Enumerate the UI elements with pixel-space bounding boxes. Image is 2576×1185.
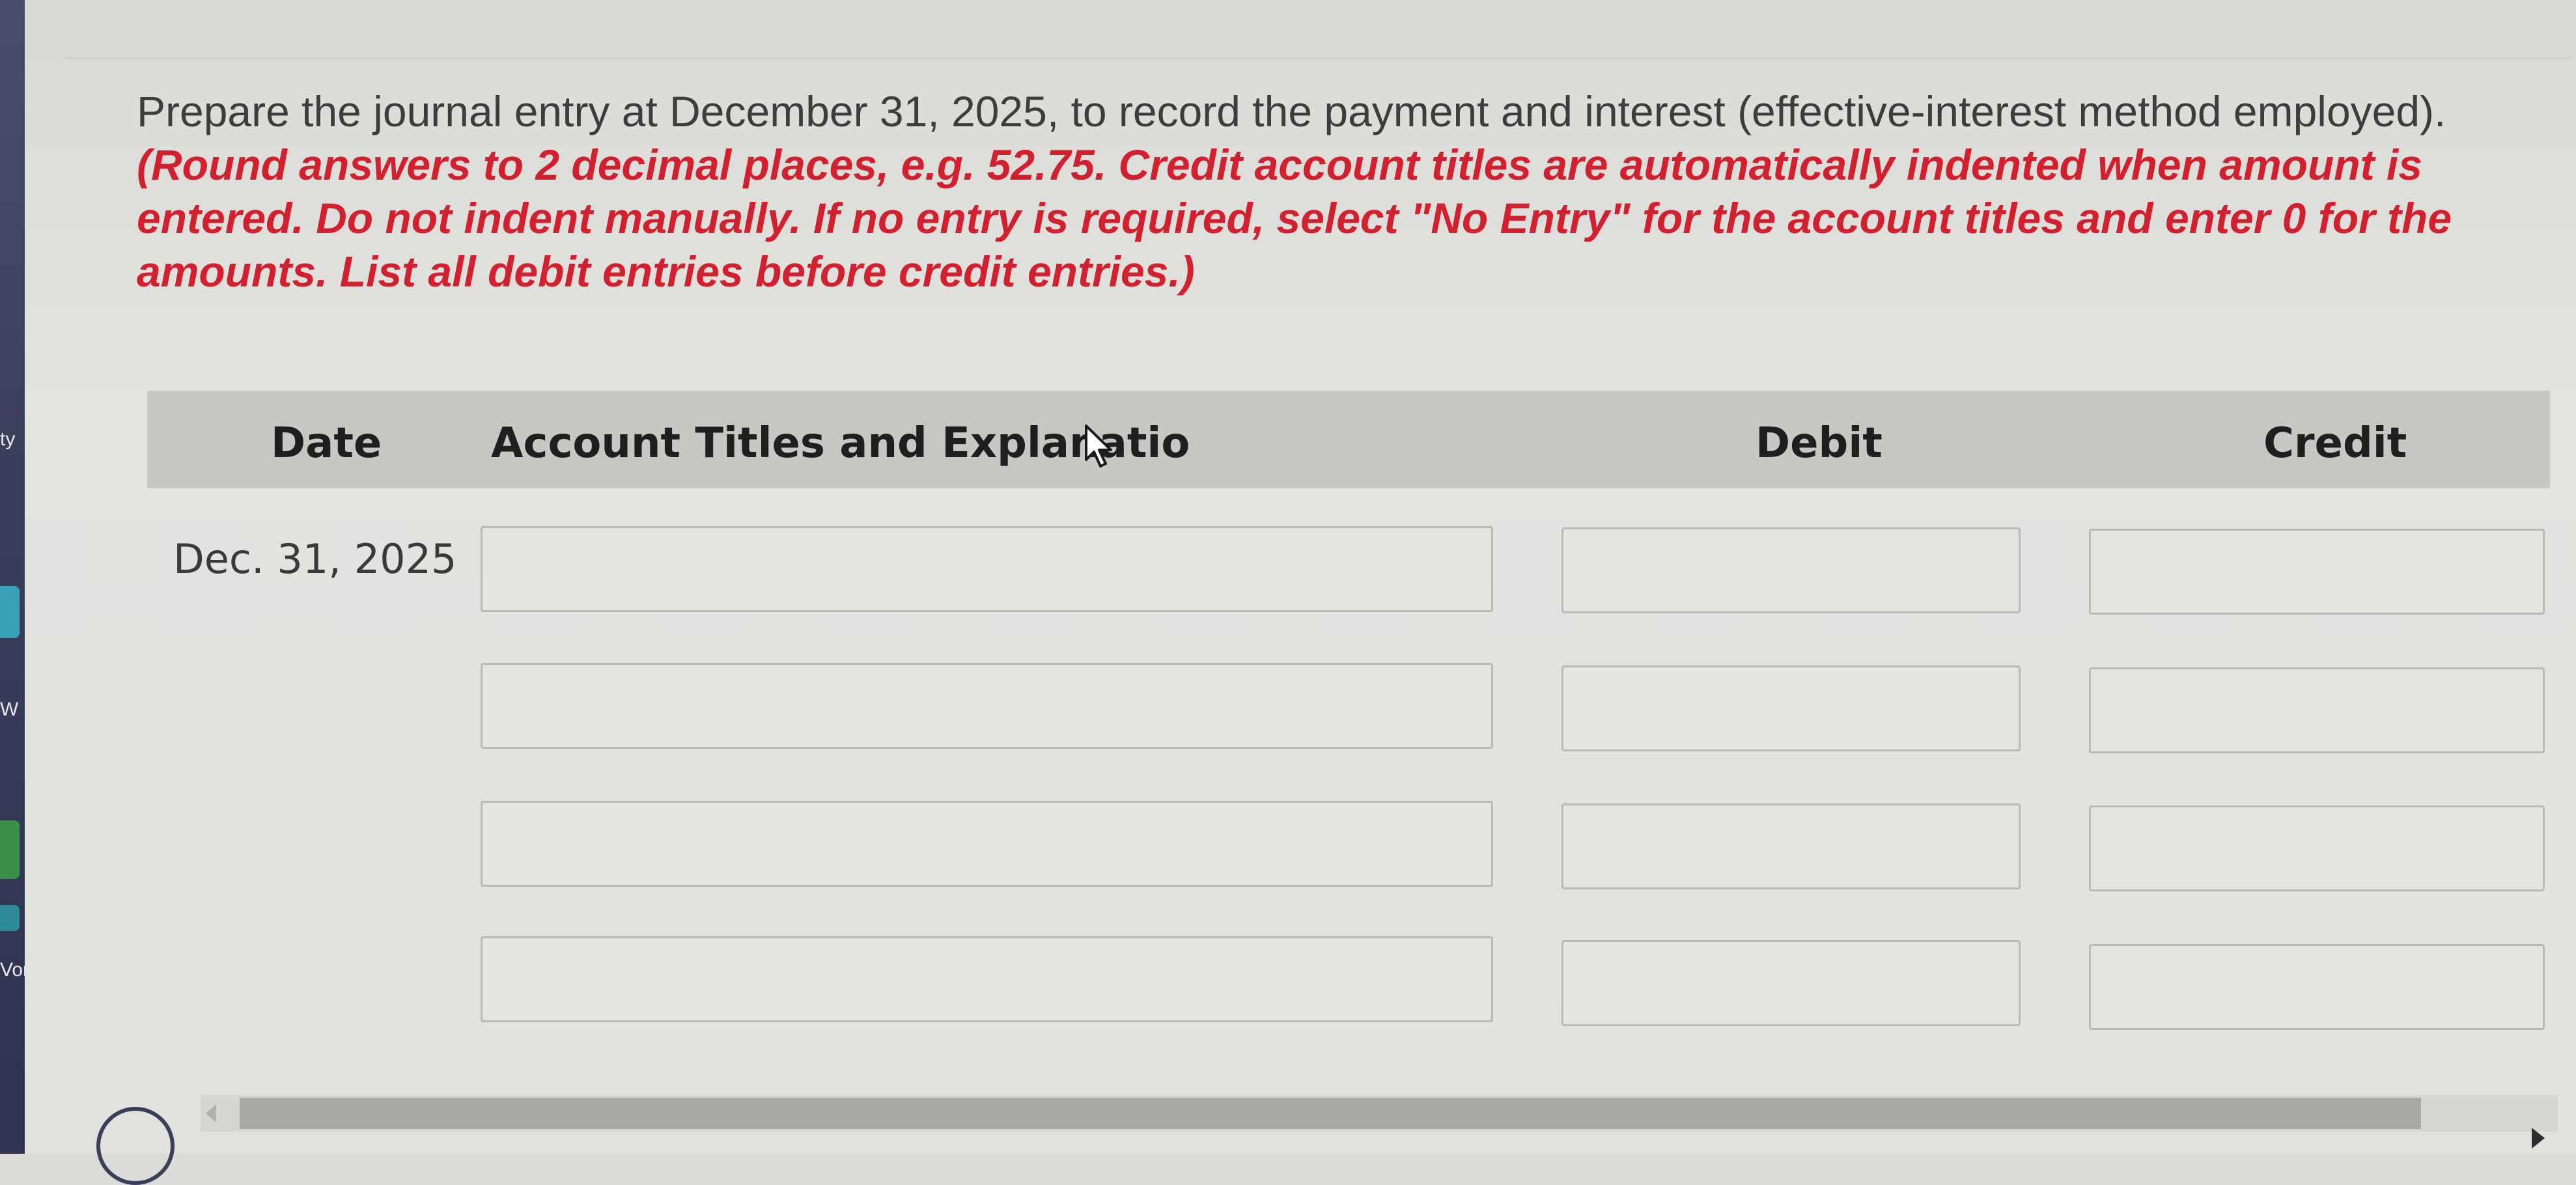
credit-amount-field[interactable] bbox=[2089, 529, 2545, 615]
pointer-cursor-icon bbox=[1085, 425, 1112, 467]
entry-date: Dec. 31, 2025 bbox=[173, 535, 457, 583]
background-window-edge: ty W Vor bbox=[0, 0, 29, 1154]
credit-amount-field[interactable] bbox=[2089, 805, 2545, 891]
instructions: Prepare the journal entry at December 31… bbox=[137, 85, 2546, 298]
credit-amount-field[interactable] bbox=[2089, 667, 2545, 753]
divider bbox=[64, 57, 2571, 59]
column-header-debit: Debit bbox=[1756, 419, 1883, 467]
horizontal-scrollbar[interactable] bbox=[201, 1095, 2558, 1149]
debit-amount-field[interactable] bbox=[1561, 940, 2021, 1026]
column-header-date: Date bbox=[271, 419, 382, 467]
debit-amount-field[interactable] bbox=[1561, 665, 2021, 751]
debit-amount-field[interactable] bbox=[1561, 527, 2021, 613]
credit-amount-field[interactable] bbox=[2089, 944, 2545, 1030]
circle-icon bbox=[96, 1107, 175, 1185]
account-title-field[interactable] bbox=[481, 936, 1493, 1022]
column-header-credit: Credit bbox=[2263, 419, 2407, 467]
taskbar-icon bbox=[0, 820, 20, 879]
debit-amount-field[interactable] bbox=[1561, 803, 2021, 889]
journal-entry-panel: Prepare the journal entry at December 31… bbox=[25, 0, 2576, 1185]
scrollbar-thumb[interactable] bbox=[240, 1098, 2421, 1129]
taskbar-icon bbox=[0, 905, 20, 931]
window-fragment-label: ty bbox=[0, 428, 16, 450]
chevron-left-icon[interactable] bbox=[206, 1104, 216, 1122]
account-title-field[interactable] bbox=[481, 663, 1493, 749]
account-title-field[interactable] bbox=[481, 801, 1493, 887]
window-fragment-label: W bbox=[0, 699, 19, 720]
instruction-text: Prepare the journal entry at December 31… bbox=[137, 87, 2446, 135]
account-title-field[interactable] bbox=[481, 526, 1493, 612]
rounding-instructions: (Round answers to 2 decimal places, e.g.… bbox=[137, 141, 2452, 296]
chevron-right-icon[interactable] bbox=[2532, 1128, 2545, 1149]
journal-table-header: Date Account Titles and Explanatio Debit… bbox=[147, 391, 2550, 488]
taskbar-icon bbox=[0, 586, 20, 638]
